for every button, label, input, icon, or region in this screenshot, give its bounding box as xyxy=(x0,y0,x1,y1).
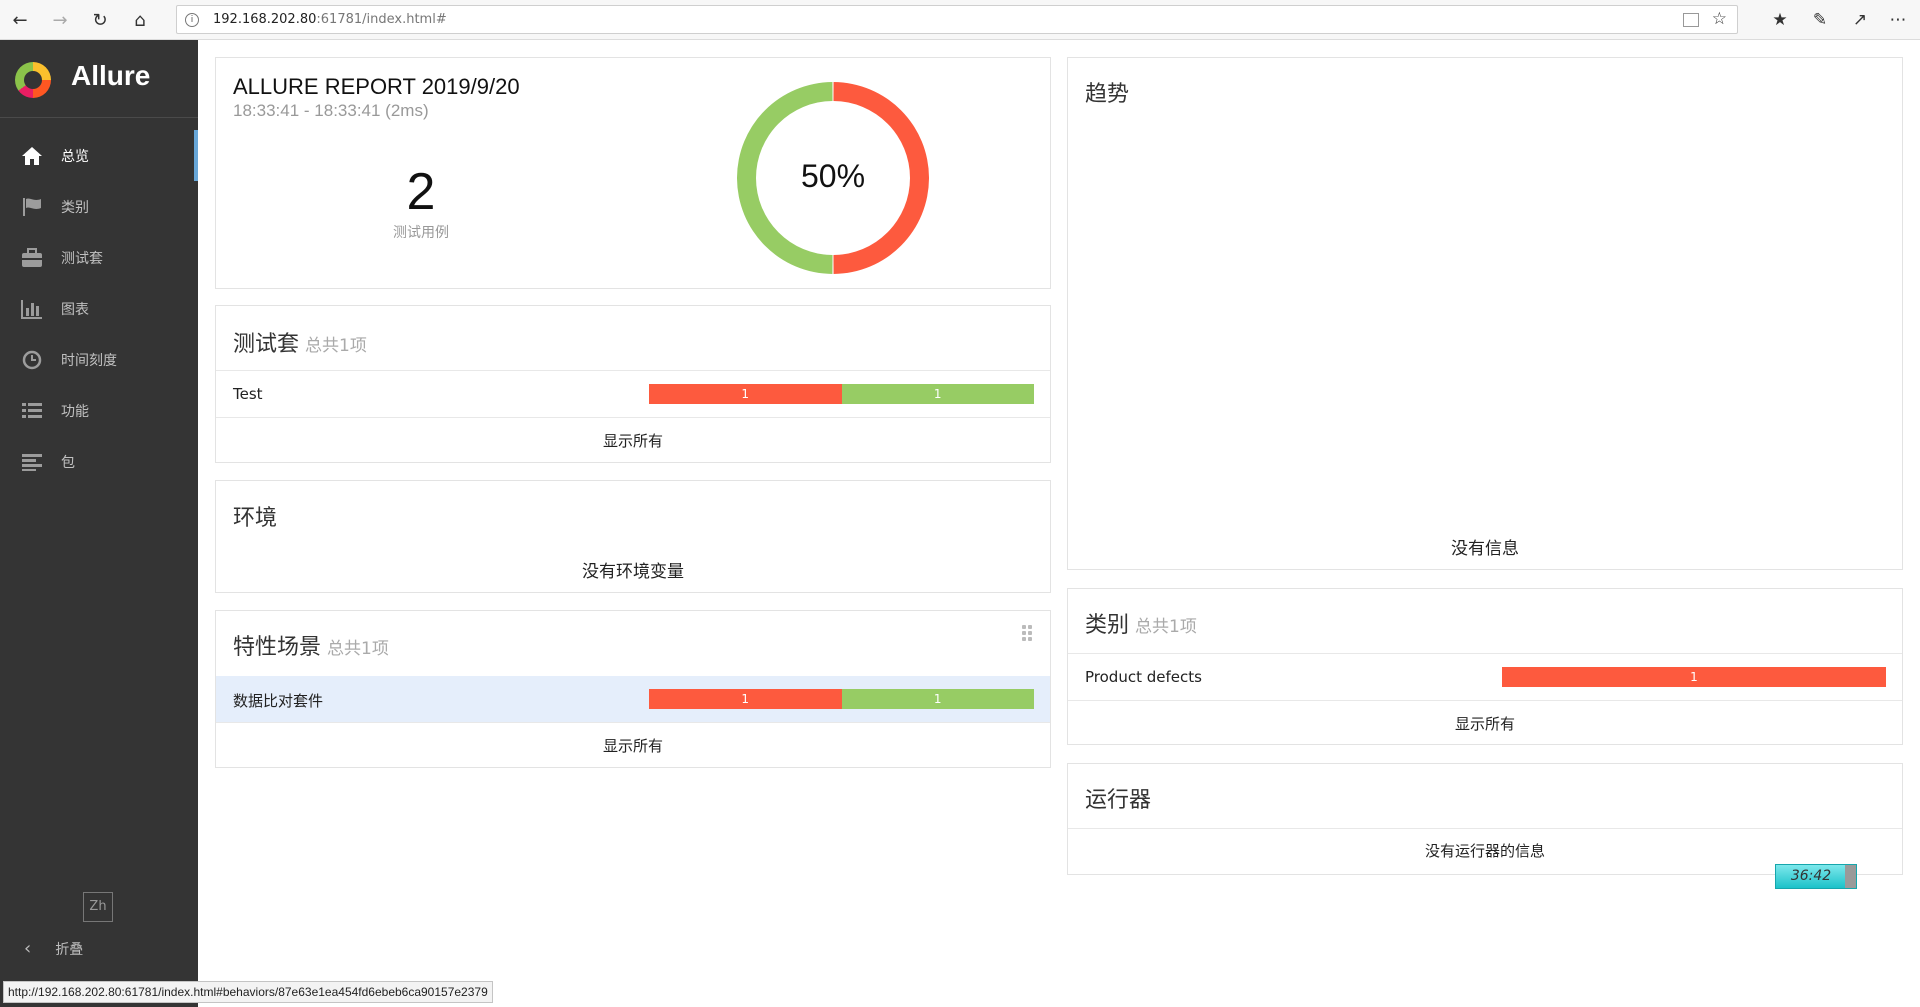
status-bar: 1 xyxy=(1502,667,1886,687)
brand-name: Allure xyxy=(71,60,151,91)
widget-subtitle: 总共1项 xyxy=(305,336,367,356)
brand[interactable]: Allure xyxy=(0,40,198,118)
favorites-icon[interactable]: ★ xyxy=(1766,6,1794,34)
refresh-icon[interactable]: ↻ xyxy=(86,6,114,34)
flag-icon xyxy=(19,196,45,218)
chevron-left-icon: ‹ xyxy=(24,938,32,959)
sidebar-item-suites[interactable]: 测试套 xyxy=(0,232,198,283)
language-button[interactable]: Zh xyxy=(83,892,113,922)
sidebar-item-behaviors[interactable]: 功能 xyxy=(0,385,198,436)
suite-name: Test xyxy=(233,385,263,403)
report-time: 18:33:41 - 18:33:41 (2ms) xyxy=(233,101,429,120)
empty-message: 没有环境变量 xyxy=(582,562,684,582)
executors-widget: 运行器 没有运行器的信息 xyxy=(1067,763,1903,875)
report-title: ALLURE REPORT 2019/9/20 xyxy=(233,74,520,99)
more-icon[interactable]: ⋯ xyxy=(1884,6,1912,34)
sidebar-item-packages[interactable]: 包 xyxy=(0,436,198,487)
trend-widget: 趋势 没有信息 xyxy=(1067,57,1903,570)
feature-name: 数据比对套件 xyxy=(233,692,324,710)
sidebar-item-graphs[interactable]: 图表 xyxy=(0,283,198,334)
share-icon[interactable]: ↗ xyxy=(1846,6,1874,34)
categories-widget: 类别 总共1项 Product defects 1 显示所有 xyxy=(1067,588,1903,745)
forward-icon[interactable]: → xyxy=(46,6,74,34)
list-item[interactable]: Test 1 1 xyxy=(216,371,1050,417)
collapse-button[interactable]: ‹ 折叠 xyxy=(24,938,83,959)
widget-title: 测试套 总共1项 xyxy=(233,332,367,357)
favorite-star-icon[interactable]: ☆ xyxy=(1712,9,1727,29)
sidebar-item-label: 包 xyxy=(61,454,75,471)
divider xyxy=(216,722,1050,723)
bar-chart-icon xyxy=(19,298,45,320)
sidebar-item-label: 测试套 xyxy=(61,250,103,267)
allure-logo xyxy=(15,62,51,98)
status-bar: 1 1 xyxy=(649,384,1034,404)
align-left-icon xyxy=(19,451,45,473)
reading-view-icon[interactable] xyxy=(1683,13,1699,27)
list-icon xyxy=(19,400,45,422)
divider xyxy=(1068,828,1902,829)
features-widget: 特性场景 总共1项 数据比对套件 1 1 显示所有 xyxy=(215,610,1051,768)
bar-segment-passed[interactable]: 1 xyxy=(841,689,1034,709)
home-icon[interactable]: ⌂ xyxy=(126,6,154,34)
sidebar-item-label: 类别 xyxy=(61,199,89,216)
category-name: Product defects xyxy=(1085,668,1202,686)
status-bar-url: http://192.168.202.80:61781/index.html#b… xyxy=(3,981,493,1003)
pen-icon[interactable]: ✎ xyxy=(1806,6,1834,34)
timer-overlay[interactable]: 36:42 xyxy=(1775,864,1857,889)
sidebar-item-categories[interactable]: 类别 xyxy=(0,181,198,232)
sidebar-item-label: 时间刻度 xyxy=(61,352,117,369)
widget-title: 特性场景 总共1项 xyxy=(233,635,389,660)
drag-handle-icon[interactable] xyxy=(1022,625,1034,641)
address-bar[interactable]: i 192.168.202.80:61781/index.html# ☆ xyxy=(176,5,1738,34)
divider xyxy=(216,417,1050,418)
bar-segment-failed[interactable]: 1 xyxy=(1502,667,1886,687)
success-percent: 50% xyxy=(800,158,866,194)
show-all-link[interactable]: 显示所有 xyxy=(1068,713,1902,734)
widget-title: 运行器 xyxy=(1085,788,1152,813)
list-item[interactable]: Product defects 1 xyxy=(1068,654,1902,700)
test-case-count: 2 xyxy=(406,163,436,221)
info-icon[interactable]: i xyxy=(185,13,199,27)
suites-widget: 测试套 总共1项 Test 1 1 显示所有 xyxy=(215,305,1051,463)
sidebar-item-label: 功能 xyxy=(61,403,89,420)
widget-title: 趋势 xyxy=(1085,82,1130,107)
bar-segment-failed[interactable]: 1 xyxy=(649,384,842,404)
status-bar: 1 1 xyxy=(649,689,1034,709)
empty-message: 没有运行器的信息 xyxy=(1424,842,1545,860)
sidebar-item-timeline[interactable]: 时间刻度 xyxy=(0,334,198,385)
widget-title: 环境 xyxy=(233,506,278,531)
list-item[interactable]: 数据比对套件 1 1 xyxy=(216,676,1050,722)
divider xyxy=(1068,700,1902,701)
summary-widget: ALLURE REPORT 2019/9/20 18:33:41 - 18:33… xyxy=(215,57,1051,289)
bar-segment-failed[interactable]: 1 xyxy=(649,689,842,709)
browser-toolbar: ← → ↻ ⌂ i 192.168.202.80:61781/index.htm… xyxy=(0,0,1920,40)
sidebar-item-label: 总览 xyxy=(61,148,89,165)
collapse-label: 折叠 xyxy=(55,941,84,958)
url-text: 192.168.202.80:61781/index.html# xyxy=(213,12,447,27)
widget-subtitle: 总共1项 xyxy=(1135,617,1197,637)
back-icon[interactable]: ← xyxy=(6,6,34,34)
sidebar-item-label: 图表 xyxy=(61,301,89,318)
widget-title: 类别 总共1项 xyxy=(1085,613,1197,638)
briefcase-icon xyxy=(19,247,45,269)
home-icon xyxy=(19,145,45,167)
show-all-link[interactable]: 显示所有 xyxy=(216,430,1050,451)
sidebar: Allure 总览 类别 测试套 图表 时间刻度 功能 包 Zh ‹ 折叠 xyxy=(0,40,198,1007)
sidebar-menu: 总览 类别 测试套 图表 时间刻度 功能 包 xyxy=(0,130,198,487)
empty-message: 没有信息 xyxy=(1451,539,1519,559)
widget-subtitle: 总共1项 xyxy=(327,639,389,659)
test-case-count-label: 测试用例 xyxy=(393,225,449,241)
show-all-link[interactable]: 显示所有 xyxy=(216,735,1050,756)
bar-segment-passed[interactable]: 1 xyxy=(841,384,1034,404)
clock-icon xyxy=(19,349,45,371)
environment-widget: 环境 没有环境变量 xyxy=(215,480,1051,593)
sidebar-item-overview[interactable]: 总览 xyxy=(0,130,198,181)
